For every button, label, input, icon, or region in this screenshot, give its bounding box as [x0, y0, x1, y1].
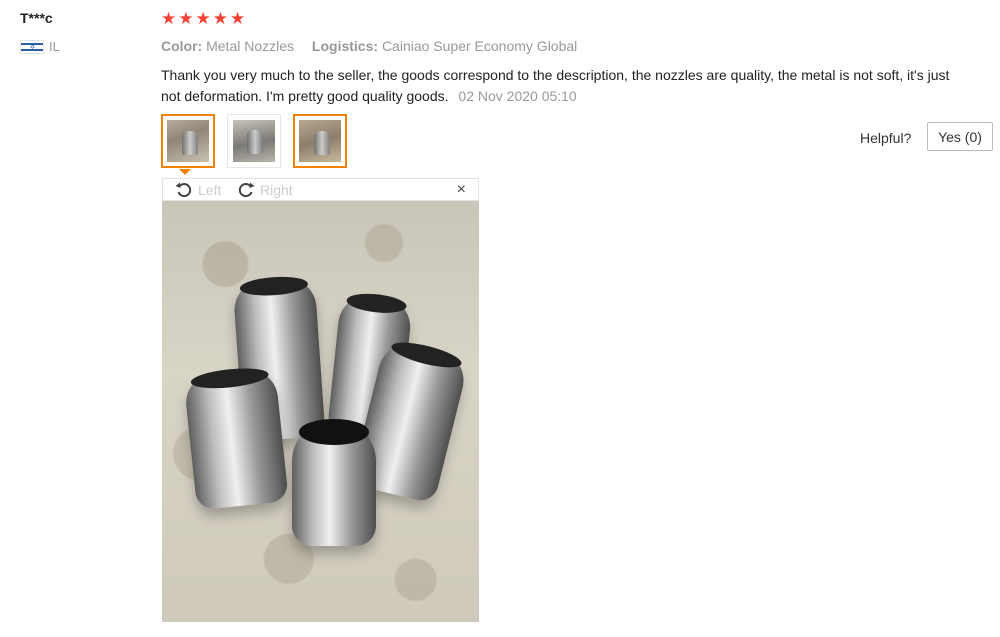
review-thumbnail[interactable] — [293, 114, 347, 168]
rotate-left-icon — [175, 182, 192, 198]
reviewer-country: ✡ IL — [20, 39, 60, 54]
star-icon: ★ — [161, 9, 177, 28]
rotate-right-label: Right — [260, 182, 293, 198]
color-value: Metal Nozzles — [206, 38, 295, 54]
nozzle-shape — [183, 366, 289, 511]
review-thumbnail[interactable] — [161, 114, 215, 168]
star-icon: ★ — [178, 9, 194, 28]
star-icon: ★ — [195, 9, 211, 28]
rotate-right-button[interactable]: Right — [236, 180, 293, 200]
star-icon: ★ — [212, 9, 228, 28]
image-viewer-toolbar: Left Right × — [162, 178, 479, 201]
thumbnail-image — [167, 120, 209, 162]
review-photo — [162, 201, 479, 622]
close-icon[interactable]: × — [457, 180, 466, 200]
review-thumbnails — [161, 114, 347, 168]
helpful-label: Helpful? — [860, 130, 912, 146]
thumbnail-image — [233, 120, 275, 162]
review-meta: Color: Metal Nozzles Logistics: Cainiao … — [161, 38, 591, 54]
israel-flag-icon: ✡ — [20, 39, 44, 54]
color-label: Color: — [161, 38, 203, 54]
helpful-yes-button[interactable]: Yes (0) — [927, 122, 993, 151]
rotate-right-icon — [238, 182, 255, 198]
star-rating: ★ ★ ★ ★ ★ — [161, 10, 245, 28]
logistics-label: Logistics: — [311, 38, 379, 54]
selected-thumbnail-caret — [179, 169, 191, 175]
review-date: 02 Nov 2020 05:10 — [458, 88, 577, 104]
review-username: T***c — [20, 10, 53, 26]
rotate-left-label: Left — [198, 182, 222, 198]
review-text: Thank you very much to the seller, the g… — [161, 65, 951, 107]
logistics-value: Cainiao Super Economy Global — [381, 38, 578, 54]
nozzle-shape — [292, 419, 376, 546]
country-code: IL — [49, 39, 60, 54]
thumbnail-image — [299, 120, 341, 162]
star-icon: ★ — [230, 9, 246, 28]
review-thumbnail[interactable] — [227, 114, 281, 168]
rotate-left-button[interactable]: Left — [174, 180, 221, 200]
